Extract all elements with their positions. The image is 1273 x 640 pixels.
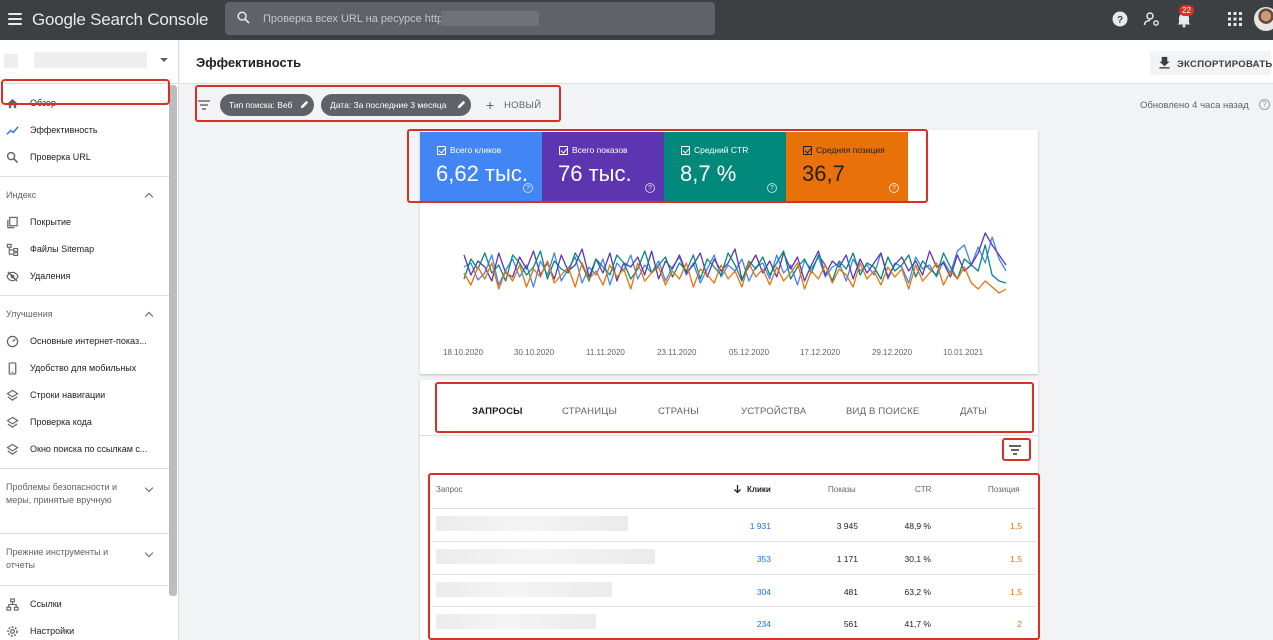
section-legacy-tools-header[interactable]: Прежние инструменты и отчеты: [0, 546, 170, 574]
file-copy-icon: [7, 216, 18, 229]
sidebar-item-removals[interactable]: Удаления: [0, 264, 170, 288]
sidebar-item-label: Окно поиска по ссылкам с...: [30, 444, 148, 454]
svg-text:?: ?: [1117, 15, 1123, 26]
sidebar-item-code-check[interactable]: Проверка кода: [0, 410, 170, 434]
layers-icon: [6, 389, 19, 401]
links-icon: [6, 598, 19, 611]
highlight-frame: [428, 473, 1040, 640]
apps-grid-icon[interactable]: [1226, 10, 1244, 28]
sidebar-item-label: Настройки: [30, 626, 75, 636]
sidebar-item-label: Ссылки: [30, 599, 62, 609]
sidebar-item-core-web-vitals[interactable]: Основные интернет-показ...: [0, 329, 170, 353]
sidebar-item-sitelinks-searchbox[interactable]: Окно поиска по ссылкам с...: [0, 437, 170, 461]
tabs-divider: [420, 435, 1038, 436]
highlight-frame: [407, 129, 928, 203]
sidebar-item-mobile-usability[interactable]: Удобство для мобильных: [0, 356, 170, 380]
sidebar-item-label: Проверка кода: [30, 417, 92, 427]
sidebar-item-url-inspection[interactable]: Проверка URL: [0, 145, 170, 169]
chevron-down-icon: [144, 548, 154, 558]
sidebar-item-label: Строки навигации: [30, 390, 106, 400]
sidebar: Обзор Эффективность Проверка URL Индекс …: [0, 40, 179, 640]
app-logo[interactable]: Google Search Console: [32, 10, 209, 30]
x-tick-label: 17.12.2020: [800, 348, 841, 357]
sidebar-divider: [0, 585, 170, 586]
x-tick-label: 05.12.2020: [729, 348, 770, 357]
sidebar-divider: [0, 176, 170, 177]
x-tick-label: 29.12.2020: [872, 348, 913, 357]
account-avatar[interactable]: [1254, 7, 1273, 31]
section-enhancements-header[interactable]: Улучшения: [0, 305, 170, 325]
sidebar-divider: [0, 533, 170, 534]
section-title: Улучшения: [6, 309, 53, 319]
x-tick-label: 30.10.2020: [514, 348, 555, 357]
sidebar-item-performance[interactable]: Эффективность: [0, 118, 170, 142]
highlight-frame: [1, 79, 170, 105]
section-title: Проблемы безопасности и меры, принятые в…: [6, 482, 118, 505]
sidebar-item-coverage[interactable]: Покрытие: [0, 210, 170, 234]
section-title: Индекс: [6, 190, 37, 200]
page-title: Эффективность: [196, 55, 302, 70]
sidebar-item-label: Покрытие: [30, 217, 72, 227]
property-selector[interactable]: [0, 40, 179, 84]
redacted-domain: [441, 11, 539, 26]
layers-icon: [6, 416, 19, 428]
help-icon[interactable]: ?: [1259, 99, 1270, 110]
x-tick-label: 10.01.2021: [943, 348, 984, 357]
smartphone-icon: [8, 362, 17, 375]
property-favicon: [4, 54, 18, 68]
sidebar-item-label: Удобство для мобильных: [30, 363, 137, 373]
export-button[interactable]: ЭКСПОРТИРОВАТЬ: [1150, 51, 1273, 75]
chevron-up-icon: [144, 311, 154, 321]
help-icon[interactable]: ?: [1111, 10, 1129, 28]
visibility-off-icon: [6, 271, 19, 282]
chevron-down-icon: [144, 483, 154, 493]
top-app-bar: Google Search Console Проверка всех URL …: [0, 0, 1273, 40]
sidebar-item-label: Удаления: [30, 271, 71, 281]
sidebar-divider: [0, 468, 170, 469]
sidebar-item-breadcrumbs[interactable]: Строки навигации: [0, 383, 170, 407]
caret-down-icon: [160, 58, 168, 62]
highlight-frame: [435, 382, 1034, 433]
x-tick-label: 11.11.2020: [586, 348, 625, 357]
section-security-header[interactable]: Проблемы безопасности и меры, принятые в…: [0, 481, 170, 523]
sidebar-divider: [0, 295, 170, 296]
sidebar-item-label: Эффективность: [30, 125, 98, 135]
x-tick-label: 23.11.2020: [657, 348, 697, 357]
sidebar-item-settings[interactable]: Настройки: [0, 619, 170, 640]
sidebar-item-sitemaps[interactable]: Файлы Sitemap: [0, 237, 170, 261]
trending-up-icon: [6, 126, 19, 135]
layers-icon: [6, 443, 19, 455]
highlight-frame: [1002, 438, 1031, 461]
sitemap-icon: [6, 243, 19, 256]
notification-count-badge: 22: [1179, 5, 1194, 16]
sidebar-item-label: Основные интернет-показ...: [30, 336, 147, 346]
property-name-redacted: [34, 52, 147, 68]
sidebar-item-links[interactable]: Ссылки: [0, 592, 170, 616]
url-inspection-search[interactable]: Проверка всех URL на ресурсе http://: [225, 2, 715, 35]
search-icon: [237, 11, 250, 24]
sidebar-item-label: Файлы Sitemap: [30, 244, 95, 254]
sidebar-scrollbar[interactable]: [169, 85, 177, 596]
search-placeholder: Проверка всех URL на ресурсе http://: [263, 13, 453, 25]
settings-gear-icon: [7, 626, 18, 637]
search-icon: [6, 151, 19, 164]
chevron-up-icon: [144, 192, 154, 202]
manage-users-icon[interactable]: [1143, 10, 1161, 28]
page-header: Эффективность ЭКСПОРТИРОВАТЬ: [180, 40, 1273, 84]
performance-line-chart[interactable]: [420, 205, 1030, 340]
highlight-frame: [195, 85, 561, 122]
export-label: ЭКСПОРТИРОВАТЬ: [1177, 59, 1273, 70]
download-icon: [1159, 56, 1170, 69]
series-line-1: [463, 232, 1007, 282]
menu-icon[interactable]: [4, 8, 26, 30]
gauge-icon: [6, 335, 19, 348]
last-updated-text: Обновлено 4 часа назад: [1140, 100, 1249, 111]
section-index-header[interactable]: Индекс: [0, 186, 170, 206]
x-tick-label: 18.10.2020: [443, 348, 484, 357]
section-title: Прежние инструменты и отчеты: [6, 547, 109, 570]
sidebar-item-label: Проверка URL: [30, 152, 91, 162]
